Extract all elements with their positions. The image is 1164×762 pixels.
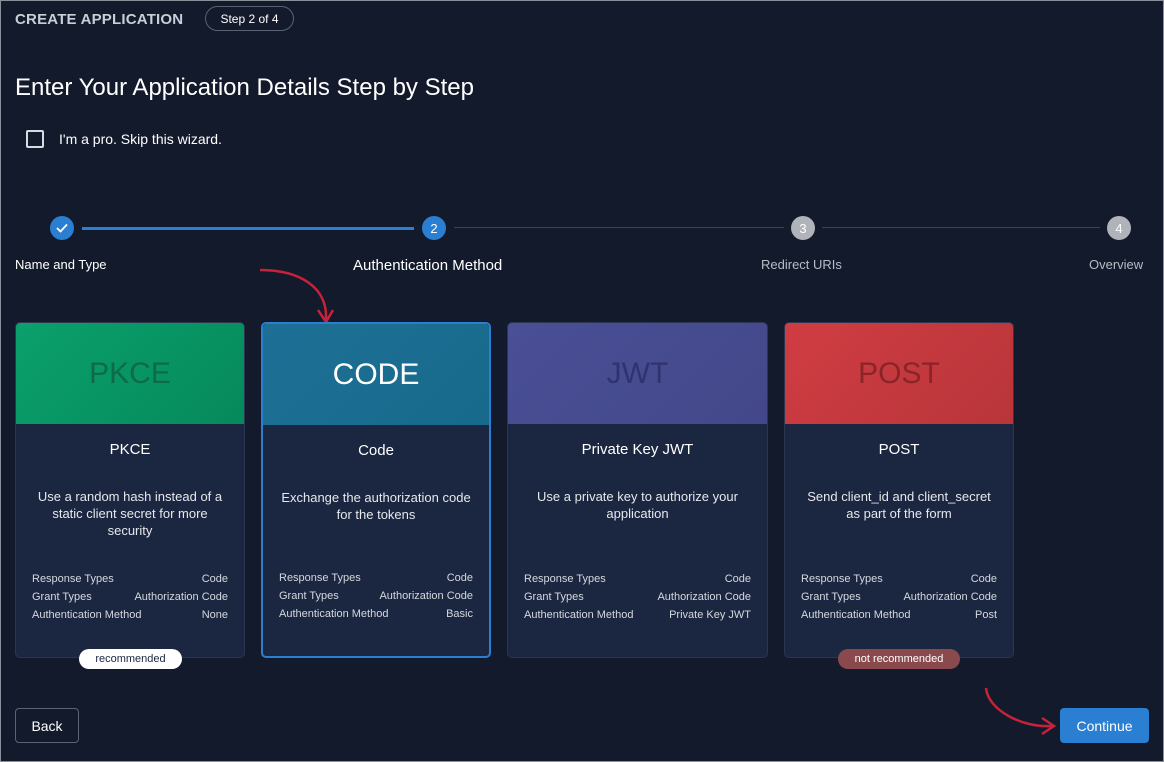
annotation-arrow-icon [984,687,1057,736]
auth-method-card-code[interactable]: CODE Code Exchange the authorization cod… [261,322,491,658]
stepper-line-complete [82,227,414,230]
step-1-done-dot[interactable] [50,216,74,240]
card-title: Code [358,442,394,459]
step-3-dot[interactable]: 3 [791,216,815,240]
prop-key: Grant Types [524,591,584,603]
prop-value: Basic [446,608,473,620]
prop-row: Grant Types Authorization Code [279,590,473,608]
prop-value: Code [724,573,751,585]
card-banner: POST [785,323,1013,424]
prop-row: Grant Types Authorization Code [32,591,228,609]
prop-value: Code [970,573,997,585]
step-badge: Step 2 of 4 [205,6,294,31]
step-2-label[interactable]: Authentication Method [353,257,502,274]
step-4-label[interactable]: Overview [1089,257,1143,272]
continue-button[interactable]: Continue [1060,708,1149,743]
step-4-dot[interactable]: 4 [1107,216,1131,240]
prop-value: Authorization Code [903,591,997,603]
prop-value: Authorization Code [134,591,228,603]
card-title: Private Key JWT [581,441,694,458]
prop-key: Grant Types [279,590,339,602]
recommended-badge: recommended [79,649,182,669]
prop-row: Authentication Method Post [801,609,997,627]
prop-row: Response Types Code [524,573,751,591]
stepper-line-pending [454,227,784,228]
prop-value: Authorization Code [657,591,751,603]
prop-row: Authentication Method None [32,609,228,627]
card-banner: JWT [508,323,767,424]
card-description: Use a random hash instead of a static cl… [37,489,223,538]
auth-method-card-pkce[interactable]: PKCE PKCE Use a random hash instead of a… [15,322,245,669]
stepper-line-pending [822,227,1100,228]
prop-key: Authentication Method [801,609,911,621]
prop-key: Authentication Method [32,609,142,621]
prop-key: Grant Types [801,591,861,603]
prop-key: Response Types [279,572,361,584]
step-3-label[interactable]: Redirect URIs [761,257,842,272]
prop-row: Grant Types Authorization Code [801,591,997,609]
app-heading: CREATE APPLICATION [15,10,184,28]
skip-wizard-label[interactable]: I'm a pro. Skip this wizard. [59,131,222,147]
prop-key: Response Types [32,573,114,585]
prop-value: Code [201,573,228,585]
card-description: Use a private key to authorize your appl… [537,489,738,521]
card-banner: CODE [263,324,489,425]
prop-key: Grant Types [32,591,92,603]
skip-wizard-checkbox[interactable] [26,130,44,148]
card-title: POST [878,441,920,458]
prop-row: Response Types Code [801,573,997,591]
skip-wizard-row[interactable]: I'm a pro. Skip this wizard. [26,130,222,148]
prop-key: Response Types [524,573,606,585]
top-bar: CREATE APPLICATION [15,0,183,38]
prop-row: Response Types Code [279,572,473,590]
prop-row: Authentication Method Private Key JWT [524,609,751,627]
step-1-label[interactable]: Name and Type [15,257,107,272]
auth-method-card-jwt[interactable]: JWT Private Key JWT Use a private key to… [507,322,768,658]
prop-value: Post [974,609,997,621]
prop-key: Response Types [801,573,883,585]
card-properties: Response Types Code Grant Types Authorizat… [279,572,473,626]
prop-value: None [201,609,228,621]
prop-value: Private Key JWT [669,609,751,621]
auth-method-card-post[interactable]: POST POST Send client_id and client_secr… [784,322,1014,669]
card-properties: Response Types Code Grant Types Authorizat… [801,573,997,627]
prop-key: Authentication Method [279,608,389,620]
card-properties: Response Types Code Grant Types Authorizat… [32,573,228,627]
back-button[interactable]: Back [15,708,79,743]
card-description: Exchange the authorization code for the … [281,490,471,522]
prop-value: Authorization Code [379,590,473,602]
card-description: Send client_id and client_secret as part… [807,489,991,521]
card-properties: Response Types Code Grant Types Authorizat… [524,573,751,627]
annotation-arrow-icon [259,268,335,325]
check-icon [56,223,68,233]
prop-value: Code [446,572,473,584]
card-banner: PKCE [16,323,244,424]
prop-row: Authentication Method Basic [279,608,473,626]
prop-key: Authentication Method [524,609,634,621]
not-recommended-badge: not recommended [838,649,960,669]
prop-row: Response Types Code [32,573,228,591]
prop-row: Grant Types Authorization Code [524,591,751,609]
page-title: Enter Your Application Details Step by S… [15,74,474,101]
step-2-dot[interactable]: 2 [422,216,446,240]
card-title: PKCE [109,441,151,458]
